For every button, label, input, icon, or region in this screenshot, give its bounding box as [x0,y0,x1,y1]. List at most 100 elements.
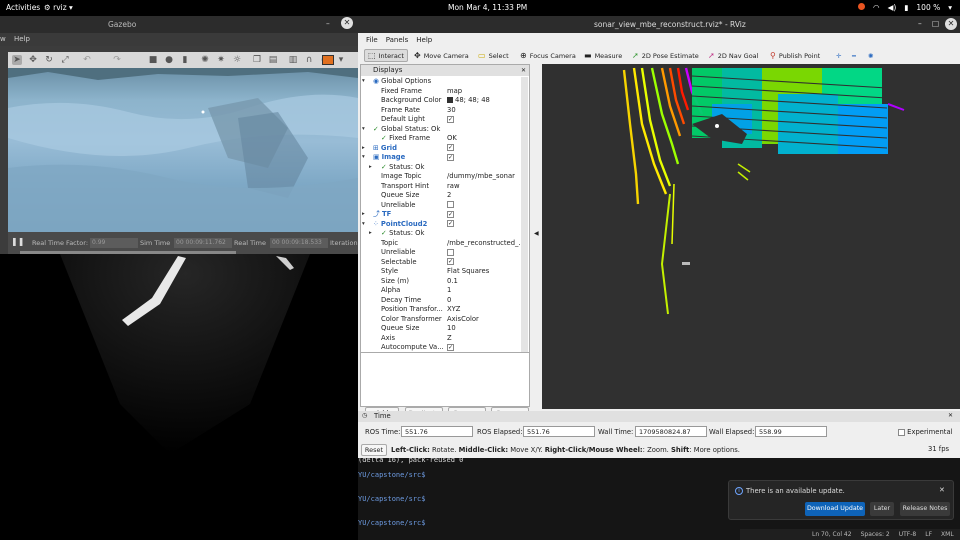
close-icon[interactable]: ✕ [939,486,945,494]
display-tree-row[interactable]: Selectable ✓ [361,258,521,268]
experimental-checkbox[interactable] [898,428,905,436]
tool-2d-pose-estimate[interactable]: ➚ 2D Pose Estimate [632,49,699,62]
cylinder-icon[interactable]: ▮ [180,55,190,65]
display-tree-row[interactable]: ▾ ⁘ PointCloud2 ✓ [361,220,521,230]
property-value[interactable]: 48; 48; 48 [447,96,490,106]
collapse-left-icon[interactable]: ◀ [534,230,539,237]
line-ending[interactable]: LF [925,531,932,538]
close-icon[interactable]: ✕ [341,17,353,29]
property-value[interactable]: raw [447,182,460,192]
sphere-icon[interactable]: ● [164,55,174,65]
experimental-toggle[interactable]: Experimental [898,428,953,436]
tool-interact[interactable]: ⬚ Interact [364,49,408,62]
tool-measure[interactable]: ▬ Measure [584,49,622,62]
paste-icon[interactable]: ▤ [268,55,278,65]
reset-button[interactable]: Reset [361,444,387,456]
display-tree-row[interactable]: Alpha 1 [361,286,521,296]
expand-arrow-icon[interactable]: ▾ [362,77,365,87]
display-tree-row[interactable]: Frame Rate 30 [361,106,521,116]
menu-help[interactable]: Help [416,36,432,44]
clock[interactable]: Mon Mar 4, 11:33 PM [448,3,527,12]
display-tree-row[interactable]: Unreliable [361,201,521,211]
menu-help[interactable]: Help [14,35,30,43]
display-tree-row[interactable]: Color Transformer AxisColor [361,315,521,325]
display-tree-row[interactable]: ▸ ⊞ Grid ✓ [361,144,521,154]
display-tree-row[interactable]: Transport Hint raw [361,182,521,192]
property-checkbox[interactable]: ✓ [447,153,454,161]
remove-tool-icon[interactable]: ━ [852,49,856,62]
maximize-icon[interactable]: □ [932,19,939,28]
property-value[interactable]: XYZ [447,305,460,315]
expand-arrow-icon[interactable]: ▸ [369,229,372,239]
tool-2d-nav-goal[interactable]: ➚ 2D Nav Goal [708,49,758,62]
activities-button[interactable]: Activities [6,3,40,12]
gazebo-titlebar[interactable]: Gazebo – ✕ [0,16,358,33]
encoding[interactable]: UTF-8 [899,531,917,538]
display-tree-row[interactable]: Unreliable [361,248,521,258]
property-value[interactable]: ✓ [447,115,454,125]
property-value[interactable]: ✓ [447,210,454,220]
spot-light-icon[interactable]: ✷ [216,55,226,65]
property-checkbox[interactable]: ✓ [447,258,454,265]
display-tree-row[interactable]: ▸ ✓ Status: Ok [361,229,521,239]
display-tree-row[interactable]: ▸ ✓ Status: Ok [361,163,521,173]
property-value[interactable]: 10 [447,324,456,334]
display-tree-row[interactable]: Size (m) 0.1 [361,277,521,287]
property-value[interactable]: 0.1 [447,277,458,287]
point-light-icon[interactable]: ✺ [200,55,210,65]
display-tree-row[interactable]: ▾ ▣ Image ✓ [361,153,521,163]
later-button[interactable]: Later [870,502,894,516]
select-arrow-icon[interactable]: ➤ [12,55,22,65]
menu-edit[interactable]: w [0,35,6,43]
property-value[interactable]: Flat Squares [447,267,489,277]
property-value[interactable]: 0 [447,296,451,306]
wall-time-field[interactable]: 1709580824.87 [635,426,707,437]
directional-light-icon[interactable]: ☼ [232,55,242,65]
system-tray[interactable]: ◠ ◀) ▮ 100 % ▾ [858,3,952,12]
display-tree-row[interactable]: ▾ ◉ Global Options [361,77,521,87]
pause-icon[interactable]: ❚❚ [11,237,24,246]
property-checkbox[interactable] [447,248,454,256]
cursor-position[interactable]: Ln 70, Col 42 [812,531,852,538]
rviz-3d-view[interactable] [542,64,960,409]
display-tree-row[interactable]: Background Color 48; 48; 48 [361,96,521,106]
property-value[interactable]: /dummy/mbe_sonar [447,172,515,182]
display-tree-row[interactable]: ▸ ⤴ TF ✓ [361,210,521,220]
tool-select[interactable]: ▭ Select [478,49,509,62]
rotate-icon[interactable]: ↻ [44,55,54,65]
property-value[interactable]: ✓ [447,153,454,163]
scale-icon[interactable]: ⤢ [60,55,70,65]
menu-panels[interactable]: Panels [386,36,409,44]
display-tree-row[interactable]: Decay Time 0 [361,296,521,306]
ros-elapsed-field[interactable]: 551.76 [523,426,595,437]
property-value[interactable]: 2 [447,191,451,201]
property-value[interactable]: 1 [447,286,451,296]
app-menu[interactable]: ⚙ rviz ▾ [44,3,73,12]
tool-properties-icon[interactable]: ✺ [868,49,873,62]
color-swatch[interactable] [447,97,453,103]
tool-publish-point[interactable]: ⚲ Publish Point [770,49,820,62]
property-checkbox[interactable]: ✓ [447,115,454,123]
property-value[interactable]: map [447,87,462,97]
property-value[interactable]: ✓ [447,220,454,230]
panel-close-icon[interactable]: ✕ [521,65,526,76]
translate-icon[interactable]: ✥ [28,55,38,65]
tool-move-camera[interactable]: ✥ Move Camera [414,49,469,62]
box-icon[interactable]: ■ [148,55,158,65]
property-value[interactable]: AxisColor [447,315,479,325]
display-tree-row[interactable]: Axis Z [361,334,521,344]
display-tree-row[interactable]: Queue Size 2 [361,191,521,201]
align-icon[interactable]: ▥ [288,55,298,65]
expand-arrow-icon[interactable]: ▸ [362,210,365,220]
minimize-icon[interactable]: – [326,19,330,28]
release-notes-button[interactable]: Release Notes [900,502,950,516]
property-checkbox[interactable] [447,201,454,208]
display-tree-row[interactable]: Queue Size 10 [361,324,521,334]
display-tree-row[interactable]: Position Transfor... XYZ [361,305,521,315]
display-tree-row[interactable]: ✓ Fixed Frame OK [361,134,521,144]
minimize-icon[interactable]: – [918,19,922,28]
property-checkbox[interactable]: ✓ [447,144,454,151]
language-mode[interactable]: XML [941,531,954,538]
display-tree-row[interactable]: Topic/mbe_reconstructed_... [361,239,525,249]
property-value[interactable]: 30 [447,106,456,116]
